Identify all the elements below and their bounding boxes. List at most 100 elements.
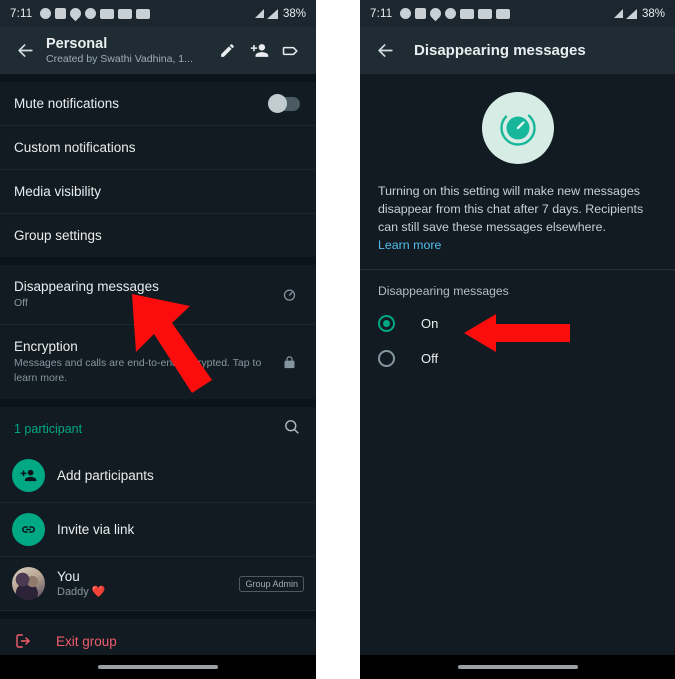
status-time: 7:11 (370, 7, 393, 20)
signal-bars-icon (625, 8, 637, 19)
android-nav-bar-right (360, 655, 675, 679)
status-right-cluster: 38% (254, 7, 306, 20)
avatar (12, 567, 45, 600)
member-text: You Daddy ❤️ (45, 568, 239, 600)
left-phone-screen: 7:11 38% Personal Created by Swathi Vadh… (0, 0, 316, 679)
gallery-icon (460, 8, 475, 19)
appbar-actions (216, 40, 308, 62)
nav-home-pill[interactable] (457, 665, 578, 669)
right-phone-screen: 7:11 38% Disappearing messages Turning o… (360, 0, 675, 679)
list-item-invite-via-link[interactable]: Invite via link (0, 503, 316, 557)
row-title: Mute notifications (14, 96, 120, 111)
photo-icon (445, 8, 457, 19)
radio-option-on[interactable]: On (360, 306, 675, 341)
row-title: Encryption (14, 339, 78, 354)
row-encryption[interactable]: Encryption Messages and calls are end-to… (0, 325, 316, 399)
drop-icon (68, 5, 84, 22)
status-notification-icons (40, 5, 255, 22)
notification-settings-section: Mute notifications Custom notifications … (0, 82, 316, 257)
radio-label-off: Off (421, 351, 439, 366)
row-mute-notifications[interactable]: Mute notifications (0, 82, 316, 126)
battery-percent: 38% (641, 7, 665, 20)
row-disappearing-messages[interactable]: Disappearing messages Off (0, 265, 316, 325)
add-person-icon (12, 459, 45, 492)
link-icon (12, 513, 45, 546)
android-nav-bar-left (0, 655, 316, 679)
group-title-block: Personal Created by Swathi Vadhina, 1... (42, 36, 216, 66)
exit-group-label: Exit group (56, 633, 117, 649)
card-icon (118, 8, 133, 19)
signal-bars-icon (266, 8, 278, 19)
member-status: Daddy ❤️ (57, 585, 106, 598)
status-bar-left: 7:11 38% (0, 0, 316, 27)
screenshot-stage: 7:11 38% Personal Created by Swathi Vadh… (0, 0, 675, 679)
mobile-data-icon (613, 9, 623, 18)
disappearing-messages-appbar: Disappearing messages (360, 27, 675, 74)
drop-icon (428, 5, 444, 22)
timer-icon (278, 287, 300, 302)
row-subtitle: Messages and calls are end-to-end encryp… (14, 357, 262, 384)
row-media-visibility[interactable]: Media visibility (0, 170, 316, 214)
gallery-icon (100, 8, 115, 19)
radio-label-on: On (421, 316, 439, 331)
learn-more-link[interactable]: Learn more (378, 236, 441, 255)
row-text: Encryption Messages and calls are end-to… (14, 338, 270, 386)
member-name: You (57, 568, 80, 584)
spacer (0, 399, 316, 407)
row-text: Custom notifications (14, 139, 300, 156)
status-notification-icons (400, 5, 614, 22)
row-subtitle: Off (14, 297, 28, 309)
participants-section: 1 participant Add participants Invite vi… (0, 407, 316, 611)
exit-icon (14, 632, 44, 650)
row-title: Custom notifications (14, 140, 136, 155)
card-icon-2 (136, 8, 151, 19)
timer-illustration-svg (499, 110, 536, 146)
spacer (0, 74, 316, 82)
row-title: Group settings (14, 228, 102, 243)
list-item-member[interactable]: You Daddy ❤️ Group Admin (0, 557, 316, 611)
group-info-appbar: Personal Created by Swathi Vadhina, 1... (0, 27, 316, 74)
privacy-settings-section: Disappearing messages Off Encryption Mes… (0, 265, 316, 399)
back-arrow-icon[interactable] (8, 34, 42, 68)
status-time: 7:11 (10, 7, 33, 20)
add-member-icon[interactable] (248, 40, 270, 62)
row-text: Disappearing messages Off (14, 278, 270, 311)
lock-icon (278, 355, 300, 370)
photo-icon (85, 8, 97, 19)
status-bar-right: 7:11 38% (360, 0, 675, 27)
status-right-cluster: 38% (613, 7, 665, 20)
label-tag-icon[interactable] (280, 40, 302, 62)
timer-illustration-icon (481, 92, 554, 164)
participant-count: 1 participant (14, 422, 83, 436)
edit-pencil-icon[interactable] (216, 40, 238, 62)
mute-notifications-toggle[interactable] (268, 93, 300, 113)
app-icon (415, 8, 427, 19)
row-text: Mute notifications (14, 95, 268, 112)
empty-area (360, 376, 675, 656)
radio-option-off[interactable]: Off (360, 341, 675, 376)
search-icon[interactable] (283, 418, 300, 440)
description-text: Turning on this setting will make new me… (378, 184, 644, 234)
page-title: Disappearing messages (414, 42, 586, 59)
participants-header: 1 participant (0, 407, 316, 449)
nav-home-pill[interactable] (98, 665, 218, 669)
hero-illustration-area (360, 74, 675, 174)
card-icon-2 (496, 8, 511, 19)
list-item-add-participants[interactable]: Add participants (0, 449, 316, 503)
radio-button-off[interactable] (378, 350, 395, 367)
mobile-data-icon (254, 9, 264, 18)
row-custom-notifications[interactable]: Custom notifications (0, 126, 316, 170)
battery-percent: 38% (282, 7, 306, 20)
camera-icon (400, 8, 412, 19)
radio-button-on[interactable] (378, 315, 395, 332)
toggle-knob (268, 93, 287, 113)
row-text: Media visibility (14, 183, 300, 200)
camera-icon (40, 8, 52, 19)
back-arrow-icon[interactable] (368, 34, 402, 68)
row-title: Disappearing messages (14, 279, 159, 294)
list-item-label-wrap: Invite via link (45, 521, 304, 538)
page-title: Personal (46, 35, 108, 52)
list-item-label-wrap: Add participants (45, 467, 304, 484)
list-item-label: Add participants (57, 468, 154, 483)
row-group-settings[interactable]: Group settings (0, 214, 316, 257)
